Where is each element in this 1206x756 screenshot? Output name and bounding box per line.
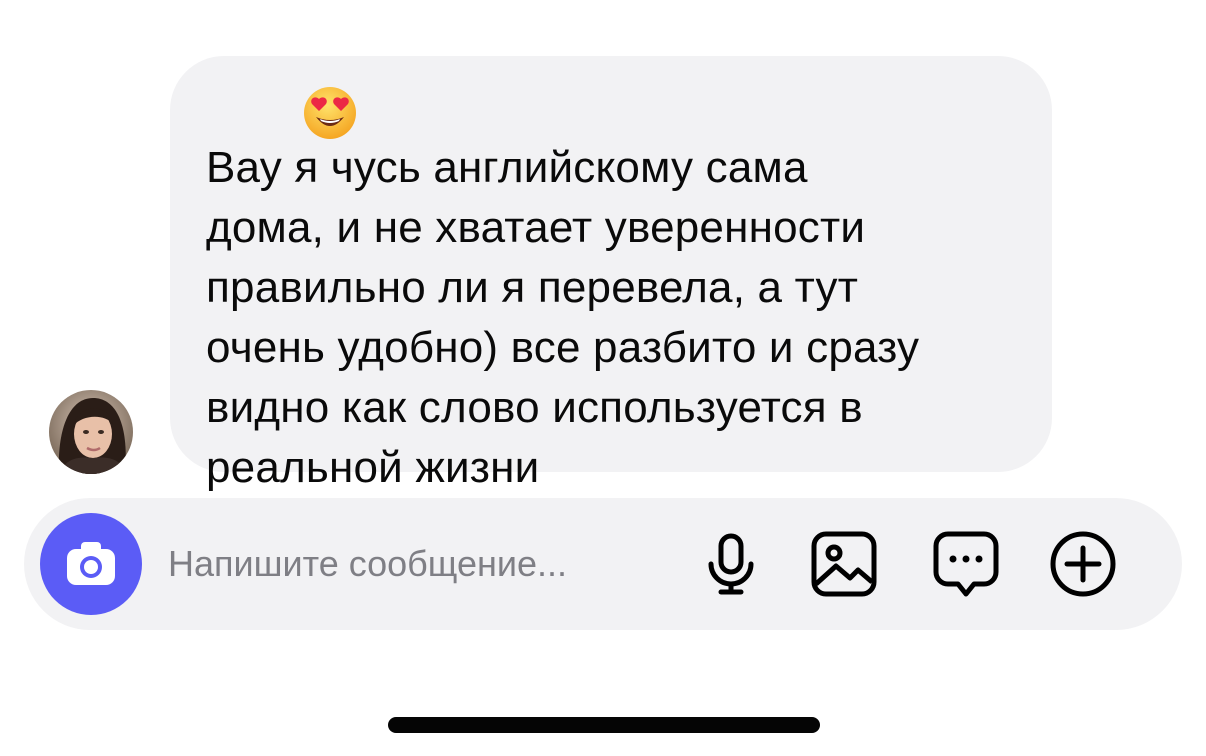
microphone-icon [708,533,754,595]
gallery-button[interactable] [808,528,880,600]
camera-icon [67,542,115,585]
heart-eyes-emoji-icon [304,87,356,139]
chat-bubble-icon [933,531,999,597]
camera-button[interactable] [40,513,142,615]
message-input[interactable] [168,532,668,596]
more-options-button[interactable] [1047,528,1119,600]
message-text: Вау я чусь английскому сама дома, и не х… [206,143,920,492]
message-composer [24,498,1182,630]
plus-circle-icon [1050,531,1116,597]
voice-message-button[interactable] [695,528,767,600]
avatar[interactable] [49,390,133,474]
avatar-photo [49,390,133,474]
chat-screen: Вау я чусь английскому сама дома, и не х… [0,0,1206,756]
home-indicator[interactable] [388,717,820,733]
image-icon [811,531,877,597]
sticker-button[interactable] [930,528,1002,600]
